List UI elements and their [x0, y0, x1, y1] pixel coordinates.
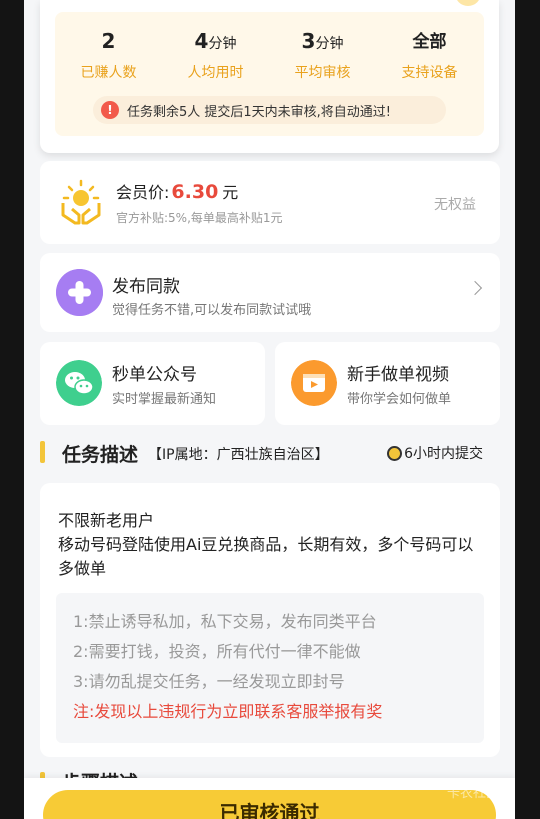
task-description-text: 不限新老用户 移动号码登陆使用Ai豆兑换商品，长期有效，多个号码可以多做单 — [58, 509, 488, 581]
member-price-value: 6.30 — [171, 181, 219, 203]
stat-avg-review-unit: 分钟 — [315, 36, 344, 52]
sun-hands-icon — [61, 179, 101, 225]
task-description-card: 不限新老用户 移动号码登陆使用Ai豆兑换商品，长期有效，多个号码可以多做单 1:… — [40, 483, 500, 757]
deadline-text: 6小时内提交 — [404, 446, 483, 462]
notice-text: 任务剩余5人 提交后1天内未审核,将自动通过! — [127, 104, 392, 120]
member-rights-label: 无权益 — [434, 197, 476, 213]
rule-item: 3:请勿乱提交任务，一经发现立即封号 — [73, 672, 345, 691]
ip-location-label: 【IP属地：广西壮族自治区】 — [148, 447, 329, 463]
section-accent-bar — [40, 441, 45, 463]
official-account-desc: 实时掌握最新通知 — [112, 392, 217, 407]
rule-item: 1:禁止诱导私加，私下交易，发布同类平台 — [73, 612, 377, 631]
rule-item: 2:需要打钱，投资，所有代付一律不能做 — [73, 642, 361, 661]
bottom-action-bar: 已审核通过 — [24, 778, 515, 819]
description-line-2: 移动号码登陆使用Ai豆兑换商品，长期有效，多个号码可以多做单 — [58, 535, 474, 578]
task-detail-page: 2 已赚人数 4分钟 人均用时 3分钟 平均审核 全部 支持设备 ! 任务剩余5… — [24, 0, 515, 819]
stat-avg-time-label: 人均用时 — [187, 65, 244, 81]
tutorial-video-desc: 带你学会如何做单 — [347, 392, 452, 407]
auto-approve-notice: ! 任务剩余5人 提交后1天内未审核,将自动通过! — [93, 96, 446, 124]
tutorial-video-card[interactable]: 新手做单视频 带你学会如何做单 — [275, 342, 500, 425]
stat-earned-value: 2 — [101, 29, 116, 53]
stat-avg-review-value: 3 — [301, 29, 316, 53]
warning-icon: ! — [101, 101, 119, 119]
report-warning: 注:发现以上违规行为立即联系客服举报有奖 — [73, 702, 383, 721]
stat-devices: 全部 支持设备 — [376, 28, 483, 82]
publish-title: 发布同款 — [112, 277, 180, 297]
approved-button[interactable]: 已审核通过 — [43, 790, 496, 819]
publish-same-card[interactable]: 发布同款 觉得任务不错,可以发布同款试试哦 — [40, 253, 500, 332]
task-stats-card: 2 已赚人数 4分钟 人均用时 3分钟 平均审核 全部 支持设备 ! 任务剩余5… — [40, 0, 499, 153]
stat-earned: 2 已赚人数 — [55, 28, 162, 82]
stat-avg-time-value: 4 — [194, 29, 209, 53]
member-price-unit: 元 — [222, 183, 239, 202]
submit-deadline: 6小时内提交 — [387, 443, 483, 463]
chevron-right-icon — [467, 280, 483, 296]
watermark-text: 卡农社区 — [447, 786, 500, 801]
stats-panel: 2 已赚人数 4分钟 人均用时 3分钟 平均审核 全部 支持设备 ! 任务剩余5… — [55, 12, 484, 136]
stat-avg-time-unit: 分钟 — [208, 36, 237, 52]
official-account-title: 秒单公众号 — [112, 365, 197, 385]
publish-desc: 觉得任务不错,可以发布同款试试哦 — [112, 303, 312, 318]
clock-icon — [387, 445, 403, 461]
task-description-title: 任务描述 — [62, 444, 139, 466]
plus-icon — [56, 269, 103, 316]
description-line-1: 不限新老用户 — [58, 511, 155, 530]
rules-box: 1:禁止诱导私加，私下交易，发布同类平台 2:需要打钱，投资，所有代付一律不能做… — [56, 593, 484, 743]
wechat-icon — [56, 360, 102, 406]
stat-avg-review: 3分钟 平均审核 — [269, 28, 376, 82]
stat-avg-review-label: 平均审核 — [294, 65, 351, 81]
stat-devices-value: 全部 — [412, 32, 447, 52]
member-price-label: 会员价: — [116, 183, 170, 202]
member-subsidy-text: 官方补贴:5%,每单最高补贴1元 — [116, 211, 283, 225]
stat-avg-time: 4分钟 人均用时 — [162, 28, 269, 82]
stat-devices-label: 支持设备 — [401, 65, 458, 81]
tutorial-video-title: 新手做单视频 — [347, 365, 449, 385]
video-icon — [291, 360, 337, 406]
member-price-row: 会员价: 6.30 元 — [116, 179, 238, 203]
member-price-card[interactable]: 会员价: 6.30 元 官方补贴:5%,每单最高补贴1元 无权益 — [40, 161, 500, 244]
stat-earned-label: 已赚人数 — [80, 65, 137, 81]
official-account-card[interactable]: 秒单公众号 实时掌握最新通知 — [40, 342, 265, 425]
coin-icon — [455, 0, 481, 6]
